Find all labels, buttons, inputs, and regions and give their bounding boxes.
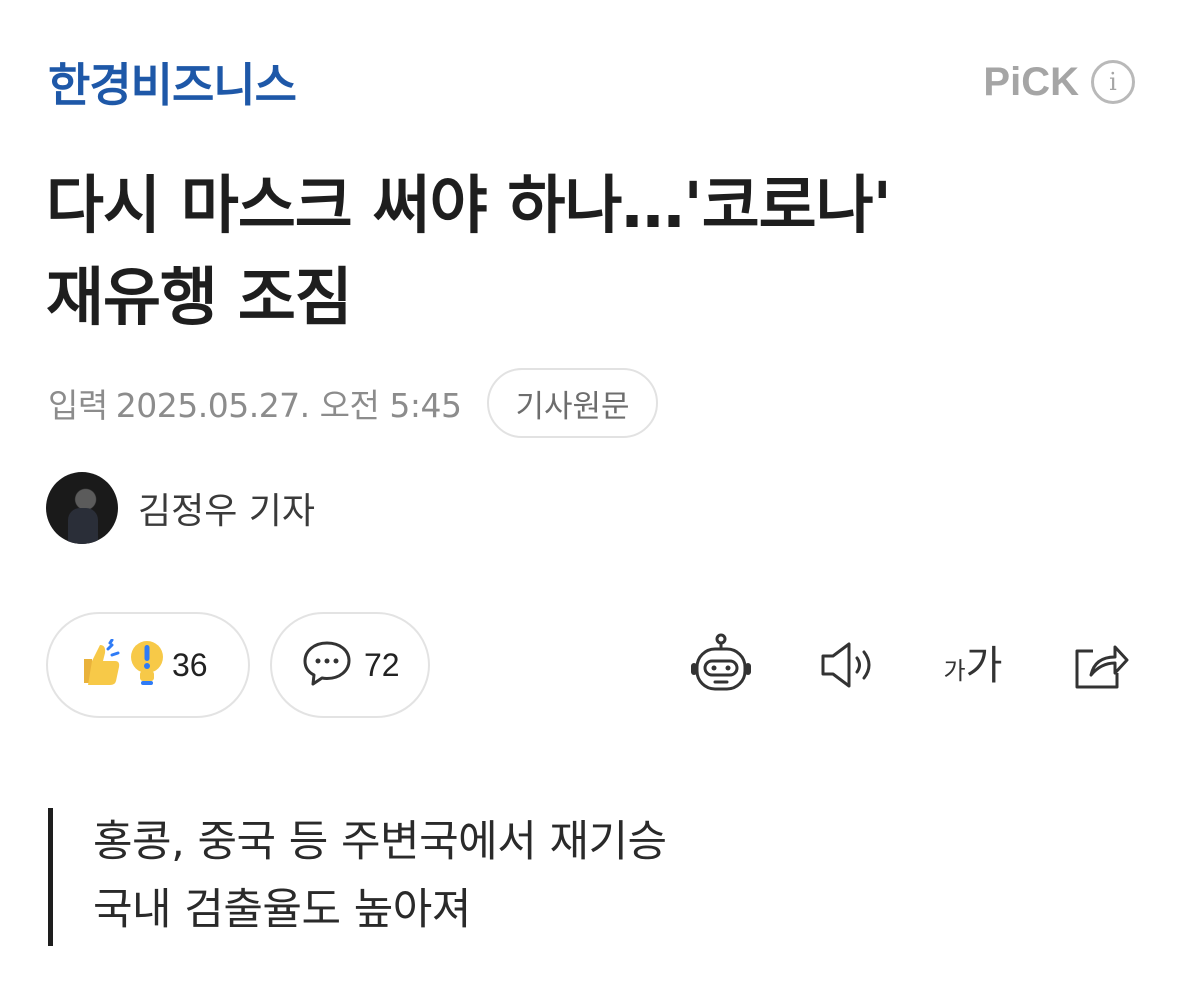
comment-button[interactable]: 72 (270, 612, 430, 718)
info-icon[interactable]: i (1091, 60, 1135, 104)
header: 한경비즈니스 PiCK i (48, 52, 1135, 112)
pick-label: PiCK (983, 59, 1079, 104)
article-title: 다시 마스크 써야 하나…'코로나' 재유행 조짐 (46, 160, 1136, 344)
article-meta: 입력 2025.05.27. 오전 5:45 기사원문 (48, 368, 658, 438)
original-article-button[interactable]: 기사원문 (487, 368, 658, 438)
summary-line-2: 국내 검출율도 높아져 (93, 885, 471, 935)
published-date: 입력 2025.05.27. 오전 5:45 (48, 379, 462, 427)
avatar (46, 472, 118, 544)
date-value: 2025.05.27. 오전 5:45 (115, 386, 462, 425)
title-line-1: 다시 마스크 써야 하나…'코로나' (46, 169, 892, 242)
reaction-count: 36 (172, 646, 208, 683)
article-tools: 가가 (689, 633, 1139, 697)
speaker-icon[interactable] (815, 633, 879, 697)
author-info[interactable]: 김정우 기자 (46, 472, 315, 544)
author-name: 김정우 기자 (138, 491, 316, 532)
action-bar: 36 72 가 가 (46, 612, 1139, 718)
article-summary: 홍콩, 중국 등 주변국에서 재기승 국내 검출율도 높아져 (48, 808, 667, 946)
reaction-button[interactable]: 36 (46, 612, 250, 718)
font-size-large-label: 가 (965, 643, 1003, 689)
font-size-small-label: 가 (943, 657, 966, 685)
share-icon[interactable] (1067, 633, 1131, 697)
robot-summary-icon[interactable] (689, 633, 753, 697)
article-page: 한경비즈니스 PiCK i 다시 마스크 써야 하나…'코로나' 재유행 조짐 … (0, 0, 1179, 987)
font-size-icon[interactable]: 가가 (941, 633, 1005, 697)
press-logo[interactable]: 한경비즈니스 (48, 49, 297, 115)
exclaim-bulb-icon (130, 639, 164, 691)
summary-line-1: 홍콩, 중국 등 주변국에서 재기승 (93, 817, 667, 867)
title-line-2: 재유행 조짐 (46, 261, 353, 334)
comment-count: 72 (364, 646, 400, 683)
pick-badge: PiCK i (983, 60, 1135, 105)
thumbs-up-icon (78, 638, 122, 691)
comment-icon (302, 639, 352, 691)
date-label: 입력 (48, 386, 108, 425)
